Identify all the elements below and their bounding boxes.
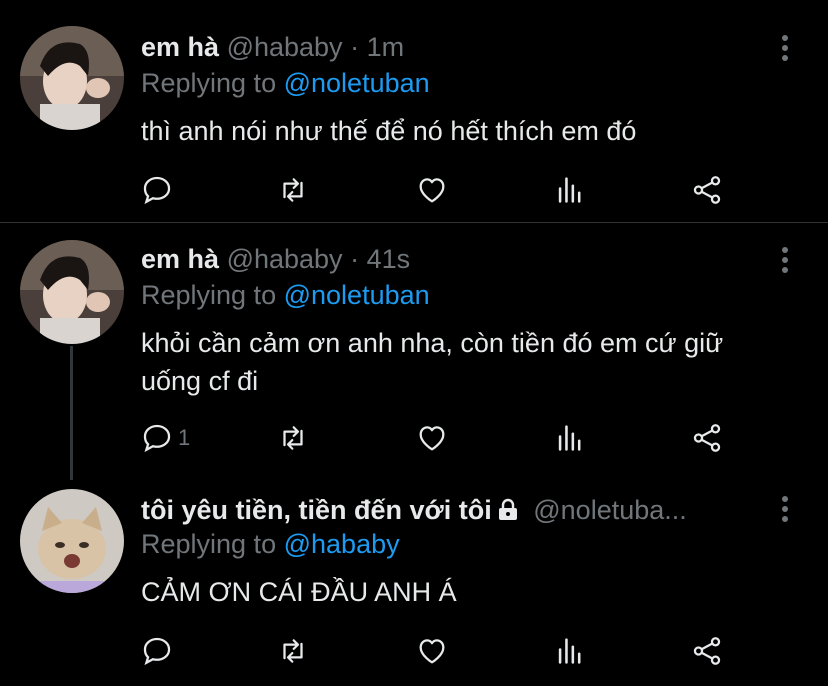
more-button[interactable] bbox=[770, 33, 800, 63]
reply-button[interactable] bbox=[140, 633, 178, 669]
tweet-1[interactable]: em hà @hababy · 1m Replying to @noletuba… bbox=[0, 0, 828, 222]
tweet-2[interactable]: em hà @hababy · 41s Replying to @noletub… bbox=[0, 223, 828, 471]
share-icon bbox=[693, 424, 721, 452]
timestamp[interactable]: 41s bbox=[367, 244, 411, 274]
retweet-button[interactable] bbox=[276, 420, 310, 456]
avatar[interactable] bbox=[20, 26, 124, 130]
retweet-icon bbox=[283, 178, 303, 202]
analytics-icon bbox=[558, 638, 581, 664]
mention-link[interactable]: @noletuban bbox=[284, 68, 430, 98]
reply-count: 1 bbox=[178, 425, 191, 450]
retweet-icon bbox=[283, 426, 303, 450]
replying-to-label: Replying to bbox=[141, 280, 277, 310]
replying-to: Replying to @noletuban bbox=[141, 66, 430, 100]
analytics-button[interactable] bbox=[553, 633, 587, 669]
avatar[interactable] bbox=[20, 489, 124, 593]
separator-dot: · bbox=[350, 244, 360, 274]
analytics-button[interactable] bbox=[553, 420, 587, 456]
replying-to: Replying to @hababy bbox=[141, 527, 400, 561]
display-name[interactable]: tôi yêu tiền, tiền đến với tôi bbox=[141, 495, 492, 525]
separator-dot: · bbox=[350, 32, 360, 62]
share-icon bbox=[693, 176, 721, 204]
like-icon bbox=[419, 178, 445, 203]
more-button[interactable] bbox=[770, 494, 800, 524]
analytics-button[interactable] bbox=[553, 172, 587, 208]
share-button[interactable] bbox=[690, 633, 724, 669]
tweet-3[interactable]: tôi yêu tiền, tiền đến với tôi @noletuba… bbox=[0, 472, 828, 686]
reply-icon bbox=[143, 176, 171, 205]
like-button[interactable] bbox=[415, 633, 449, 669]
display-name[interactable]: em hà bbox=[141, 244, 219, 274]
share-button[interactable] bbox=[690, 420, 724, 456]
like-icon bbox=[419, 639, 445, 664]
more-button[interactable] bbox=[770, 245, 800, 275]
reply-icon bbox=[143, 637, 171, 666]
tweet-header: em hà @hababy · 1m bbox=[141, 30, 404, 64]
like-icon bbox=[419, 426, 445, 451]
tweet-text: khỏi cần cảm ơn anh nha, còn tiền đó em … bbox=[141, 328, 724, 396]
like-button[interactable] bbox=[415, 420, 449, 456]
tweet-header: em hà @hababy · 41s bbox=[141, 242, 410, 276]
avatar[interactable] bbox=[20, 240, 124, 344]
like-button[interactable] bbox=[415, 172, 449, 208]
action-bar bbox=[0, 172, 828, 208]
display-name[interactable]: em hà bbox=[141, 32, 219, 62]
analytics-icon bbox=[558, 177, 581, 203]
timestamp[interactable]: 1m bbox=[367, 32, 405, 62]
lock-icon bbox=[496, 496, 520, 530]
tweet-text: thì anh nói như thế để nó hết thích em đ… bbox=[141, 116, 637, 146]
reply-button[interactable]: 1 bbox=[140, 420, 190, 456]
replying-to-label: Replying to bbox=[141, 529, 277, 559]
replying-to: Replying to @noletuban bbox=[141, 278, 430, 312]
user-handle[interactable]: @noletuba... bbox=[533, 495, 687, 525]
tweet-header: tôi yêu tiền, tiền đến với tôi @noletuba… bbox=[141, 493, 687, 530]
share-icon bbox=[693, 637, 721, 665]
reply-button[interactable] bbox=[140, 172, 178, 208]
retweet-icon bbox=[283, 639, 303, 663]
tweet-text: CẢM ƠN CÁI ĐẦU ANH Á bbox=[141, 577, 457, 607]
reply-icon bbox=[143, 424, 171, 453]
mention-link[interactable]: @hababy bbox=[284, 529, 400, 559]
mention-link[interactable]: @noletuban bbox=[284, 280, 430, 310]
retweet-button[interactable] bbox=[276, 172, 310, 208]
retweet-button[interactable] bbox=[276, 633, 310, 669]
replying-to-label: Replying to bbox=[141, 68, 277, 98]
action-bar: 1 bbox=[0, 420, 828, 456]
action-bar bbox=[0, 633, 828, 669]
share-button[interactable] bbox=[690, 172, 724, 208]
user-handle[interactable]: @hababy bbox=[227, 32, 343, 62]
analytics-icon bbox=[558, 425, 581, 451]
user-handle[interactable]: @hababy bbox=[227, 244, 343, 274]
